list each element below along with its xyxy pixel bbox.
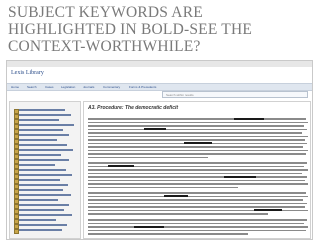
text-line xyxy=(88,213,268,215)
search-within-input[interactable]: Search within results xyxy=(162,91,308,98)
nav-item[interactable]: Search xyxy=(27,85,37,89)
toc-item[interactable] xyxy=(14,228,80,234)
toc-item[interactable] xyxy=(14,118,80,124)
app-brand: Lexis Library xyxy=(11,70,44,76)
keyword-highlight xyxy=(234,117,264,120)
text-line xyxy=(88,186,238,188)
text-line xyxy=(88,156,208,158)
text-line xyxy=(88,219,307,221)
text-line xyxy=(88,183,308,185)
toc-item[interactable] xyxy=(14,133,80,139)
toc-item[interactable] xyxy=(14,218,80,224)
keyword-highlight xyxy=(254,209,282,212)
keyword-highlight xyxy=(184,142,212,145)
text-line xyxy=(88,176,307,178)
text-line xyxy=(88,132,302,134)
text-line xyxy=(88,226,308,228)
text-line xyxy=(88,179,305,181)
keyword-highlight xyxy=(224,175,256,178)
main-navigation: Home Search Cases Legislation Journals C… xyxy=(7,83,312,91)
text-line xyxy=(88,128,307,130)
nav-item[interactable]: Home xyxy=(11,85,19,89)
text-line xyxy=(88,118,306,120)
keyword-highlight xyxy=(134,225,164,228)
nav-item[interactable]: Legislation xyxy=(61,85,75,89)
toc-item[interactable] xyxy=(14,128,80,134)
toc-item[interactable] xyxy=(14,143,80,149)
toc-item[interactable] xyxy=(14,113,80,119)
toc-item[interactable] xyxy=(14,163,80,169)
text-line xyxy=(88,206,305,208)
text-line xyxy=(88,146,303,148)
text-line xyxy=(88,172,302,174)
table-of-contents-sidebar xyxy=(9,101,81,239)
keyword-highlight xyxy=(108,165,134,168)
text-line xyxy=(88,121,308,123)
document-pane: A3. Procedure: The democratic deficit xyxy=(83,101,311,239)
toc-item[interactable] xyxy=(14,213,80,219)
toc-item[interactable] xyxy=(14,108,80,114)
toc-item[interactable] xyxy=(14,173,80,179)
document-title: A3. Procedure: The democratic deficit xyxy=(88,105,179,111)
text-line xyxy=(88,199,303,201)
toc-item[interactable] xyxy=(14,193,80,199)
nav-item[interactable]: Forms & Precedents xyxy=(129,85,156,89)
text-line xyxy=(88,139,305,141)
toc-item[interactable] xyxy=(14,153,80,159)
text-line xyxy=(88,222,304,224)
nav-item[interactable]: Commentary xyxy=(103,85,120,89)
keyword-highlight xyxy=(144,128,166,131)
text-line xyxy=(88,229,306,231)
toc-item[interactable] xyxy=(14,178,80,184)
toc-item[interactable] xyxy=(14,158,80,164)
text-line xyxy=(88,192,306,194)
search-placeholder: Search within results xyxy=(166,93,194,97)
keyword-highlight xyxy=(164,195,188,198)
toc-item[interactable] xyxy=(14,198,80,204)
text-line xyxy=(88,135,308,137)
slide-heading: SUBJECT KEYWORDS ARE HIGHLIGHTED IN BOLD… xyxy=(8,4,253,55)
text-line xyxy=(88,153,306,155)
text-line xyxy=(88,125,304,127)
toc-item[interactable] xyxy=(14,223,80,229)
toc-item[interactable] xyxy=(14,138,80,144)
text-line xyxy=(88,233,248,235)
toc-item[interactable] xyxy=(14,168,80,174)
toc-item[interactable] xyxy=(14,148,80,154)
toc-item[interactable] xyxy=(14,203,80,209)
toc-item[interactable] xyxy=(14,208,80,214)
toc-item[interactable] xyxy=(14,123,80,129)
text-line xyxy=(88,169,308,171)
toc-item[interactable] xyxy=(14,183,80,189)
text-line xyxy=(88,149,308,151)
text-line xyxy=(88,162,307,164)
text-line xyxy=(88,202,307,204)
toc-item[interactable] xyxy=(14,188,80,194)
text-line xyxy=(88,195,308,197)
browser-screenshot: Lexis Library Home Search Cases Legislat… xyxy=(6,60,313,240)
nav-item[interactable]: Journals xyxy=(83,85,94,89)
nav-item[interactable]: Cases xyxy=(45,85,54,89)
browser-top-bar xyxy=(7,61,312,67)
